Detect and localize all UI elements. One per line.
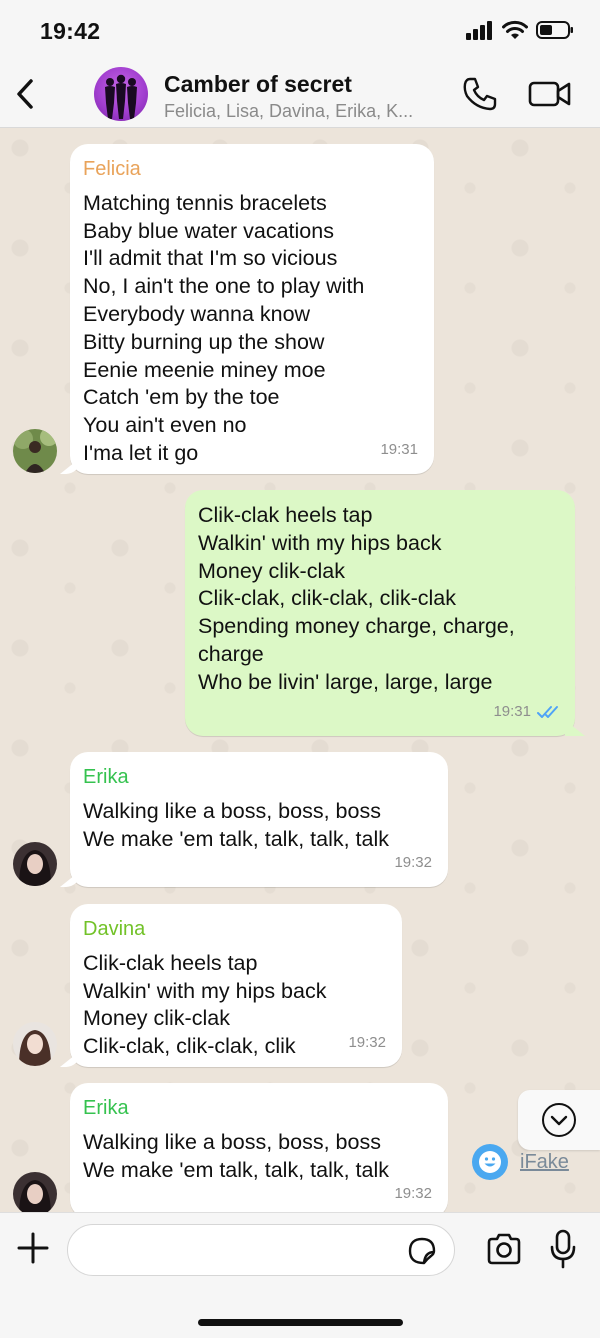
status-icons — [466, 20, 574, 40]
chat-title[interactable]: Camber of secret — [164, 71, 352, 98]
microphone-button[interactable] — [550, 1229, 576, 1269]
group-avatar[interactable] — [94, 67, 148, 121]
message-line: Clik-clak heels tap — [198, 503, 373, 527]
chevron-down-icon — [542, 1103, 576, 1137]
message-bubble[interactable]: Erika Walking like a boss, boss, boss We… — [70, 752, 448, 887]
message-meta: 19:32 — [394, 1180, 432, 1208]
chat-header: Camber of secret Felicia, Lisa, Davina, … — [0, 62, 600, 128]
message-line: Who be livin' large, large, large — [198, 669, 493, 694]
message-sender: Felicia — [83, 158, 141, 180]
message-line: You ain't even no — [83, 413, 247, 438]
avatar-erika[interactable] — [13, 842, 57, 886]
wifi-icon — [502, 20, 528, 39]
watermark-text: iFake — [520, 1150, 569, 1173]
message-line: Walking like a boss, boss, boss — [83, 798, 381, 823]
video-call-button[interactable] — [528, 78, 572, 110]
sticker-button[interactable] — [408, 1237, 436, 1265]
silhouettes-icon — [105, 74, 137, 119]
message-line: charge — [198, 641, 264, 666]
home-indicator — [198, 1319, 403, 1326]
message-time: 19:32 — [394, 854, 432, 872]
status-bar: 19:42 — [0, 0, 600, 62]
message-meta: 19:31 — [380, 436, 418, 464]
message-line: Bitty burning up the show — [83, 329, 325, 354]
back-button[interactable] — [12, 76, 40, 112]
message-time: 19:31 — [493, 703, 531, 721]
chat-area[interactable]: Felicia Matching tennis bracelets Baby b… — [0, 128, 600, 1212]
smiley-logo-icon — [472, 1144, 508, 1180]
message-line: Eenie meenie miney moe — [83, 357, 326, 382]
message-meta: 19:32 — [394, 849, 432, 877]
message-line: Money clik-clak — [83, 1006, 230, 1031]
message-line: We make 'em talk, talk, talk, talk — [83, 826, 389, 851]
message-line: I'ma let it go — [83, 440, 199, 465]
message-bubble-outgoing[interactable]: Clik-clak heels tap Walkin' with my hips… — [185, 490, 575, 736]
avatar-davina[interactable] — [13, 1022, 57, 1066]
input-bar — [0, 1212, 600, 1338]
message-line: I'll admit that I'm so vicious — [83, 246, 338, 271]
message-line: Baby blue water vacations — [83, 218, 334, 243]
chat-subtitle[interactable]: Felicia, Lisa, Davina, Erika, K... — [164, 101, 444, 122]
message-line: Matching tennis bracelets — [83, 190, 327, 215]
signal-icon — [466, 21, 492, 40]
message-bubble[interactable]: Davina Clik-clak heels tap Walkin' with … — [70, 904, 402, 1067]
message-line: No, I ain't the one to play with — [83, 274, 365, 299]
message-line: We make 'em talk, talk, talk, talk — [83, 1157, 389, 1182]
voice-call-button[interactable] — [462, 76, 498, 112]
read-ticks-icon — [537, 706, 558, 719]
message-time: 19:31 — [380, 441, 418, 459]
message-line: Spending money charge, charge, — [198, 614, 515, 639]
message-line: Clik-clak, clik-clak, clik — [83, 1034, 296, 1059]
message-line: Walking like a boss, boss, boss — [83, 1129, 381, 1154]
message-sender: Erika — [83, 1097, 129, 1119]
message-sender: Erika — [83, 766, 129, 788]
message-bubble[interactable]: Felicia Matching tennis bracelets Baby b… — [70, 144, 434, 474]
message-line: Walkin' with my hips back — [83, 978, 327, 1003]
avatar-erika[interactable] — [13, 1172, 57, 1212]
avatar-felicia[interactable] — [13, 429, 57, 473]
message-line: Clik-clak, clik-clak, clik-clak — [198, 586, 457, 611]
message-line: Everybody wanna know — [83, 301, 311, 326]
message-sender: Davina — [83, 918, 146, 940]
message-bubble[interactable]: Erika Walking like a boss, boss, boss We… — [70, 1083, 448, 1212]
message-line: Money clik-clak — [198, 558, 345, 583]
message-meta: 19:31 — [493, 698, 561, 726]
message-time: 19:32 — [348, 1034, 386, 1052]
watermark: iFake — [472, 1144, 569, 1180]
battery-icon — [536, 21, 573, 39]
camera-button[interactable] — [486, 1233, 522, 1265]
message-meta: 19:32 — [348, 1029, 386, 1057]
status-time: 19:42 — [40, 18, 101, 44]
message-line: Catch 'em by the toe — [83, 385, 280, 410]
scroll-to-bottom-button[interactable] — [518, 1090, 600, 1150]
message-line: Walkin' with my hips back — [198, 530, 442, 555]
message-input[interactable] — [67, 1224, 455, 1276]
message-line: Clik-clak heels tap — [83, 950, 258, 975]
attach-button[interactable] — [16, 1231, 50, 1265]
message-time: 19:32 — [394, 1185, 432, 1203]
